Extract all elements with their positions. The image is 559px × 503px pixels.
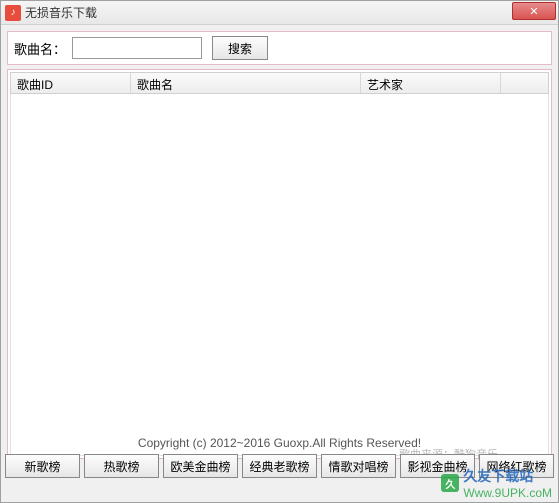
chart-hot-button[interactable]: 热歌榜 (84, 454, 159, 478)
chart-new-button[interactable]: 新歌榜 (5, 454, 80, 478)
results-panel: 歌曲ID 歌曲名 艺术家 (7, 69, 552, 459)
column-song-name[interactable]: 歌曲名 (131, 73, 361, 93)
watermark: 久 久友下载站 Www.9UPK.coM (441, 466, 552, 500)
column-artist[interactable]: 艺术家 (361, 73, 501, 93)
music-icon: ♪ (5, 5, 21, 21)
column-song-id[interactable]: 歌曲ID (11, 73, 131, 93)
results-list[interactable] (10, 94, 549, 456)
app-window: ♪ 无损音乐下载 ✕ 歌曲名： 搜索 歌曲ID 歌曲名 艺术家 Copyrigh… (0, 0, 559, 503)
watermark-site-url: Www.9UPK.coM (463, 486, 552, 500)
chart-western-button[interactable]: 欧美金曲榜 (163, 454, 238, 478)
column-extra[interactable] (501, 73, 548, 93)
search-label: 歌曲名： (12, 39, 68, 58)
chart-classic-button[interactable]: 经典老歌榜 (242, 454, 317, 478)
window-title: 无损音乐下载 (25, 4, 97, 21)
watermark-logo-icon: 久 (441, 474, 459, 492)
close-button[interactable]: ✕ (512, 2, 556, 20)
search-input[interactable] (72, 37, 202, 59)
search-button[interactable]: 搜索 (212, 36, 268, 60)
titlebar: ♪ 无损音乐下载 ✕ (1, 1, 558, 25)
client-area: 歌曲名： 搜索 歌曲ID 歌曲名 艺术家 Copyright (c) 2012~… (1, 25, 558, 502)
watermark-site-name: 久友下载站 (463, 466, 552, 486)
table-header: 歌曲ID 歌曲名 艺术家 (10, 72, 549, 94)
close-icon: ✕ (529, 5, 538, 18)
chart-love-button[interactable]: 情歌对唱榜 (321, 454, 396, 478)
search-bar: 歌曲名： 搜索 (7, 31, 552, 65)
